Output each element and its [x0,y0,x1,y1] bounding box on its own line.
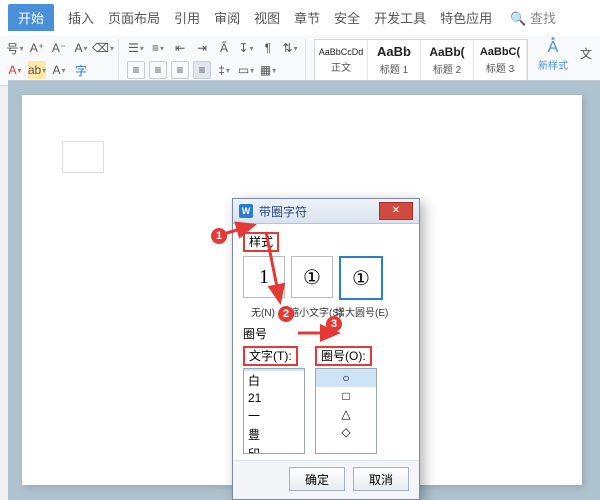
ribbon: 号 A⁺ A⁻ A ⌫ A ab A 字 ☰ ≡ ⇤ ⇥ A̋ ↧ ¶ ⇅ ≡ … [0,35,600,86]
shrink-font-icon[interactable]: A⁻ [50,39,68,57]
tab-chapter[interactable]: 章节 [294,8,320,27]
show-marks-icon[interactable]: ¶ [259,39,277,57]
tab-security[interactable]: 安全 [334,8,360,27]
textdir-icon[interactable]: ⇅ [281,39,299,57]
font-group: 号 A⁺ A⁻ A ⌫ A ab A 字 [6,39,119,79]
style-options: 1 ① ① [243,256,409,300]
bullets-icon[interactable]: ☰ [127,39,145,57]
caption-enlarge: 增大圆号(E) [335,304,375,319]
style-none[interactable]: 1 [243,256,285,298]
caption-none: 无(N) [243,304,283,319]
close-button[interactable]: ✕ [379,202,413,220]
align-center-icon[interactable]: ≡ [149,61,167,79]
tab-special[interactable]: 特色应用 [440,8,492,27]
tab-references[interactable]: 引用 [174,8,200,27]
indent-inc-icon[interactable]: ⇥ [193,39,211,57]
close-icon: ✕ [392,206,400,216]
tab-view[interactable]: 视图 [254,8,280,27]
highlight-icon[interactable]: ab [28,61,46,79]
tab-insert[interactable]: 插入 [68,8,94,27]
grow-font-icon[interactable]: A⁺ [28,39,46,57]
char-shade-icon[interactable]: A [50,61,68,79]
tab-dev[interactable]: 开发工具 [374,8,426,27]
change-case-icon[interactable]: A [72,39,90,57]
tab-home[interactable]: 开始 [8,4,54,31]
fontsize-dd[interactable]: 号 [6,39,24,57]
style-normal[interactable]: AaBbCcDd正文 [315,40,368,80]
line-spacing-icon[interactable]: ‡ [215,61,233,79]
app-logo-icon: W [239,204,253,218]
style-h3[interactable]: AaBbC(标题 3 [474,40,527,80]
font-color-icon[interactable]: A [6,61,24,79]
align-right-icon[interactable]: ≡ [171,61,189,79]
enclosed-char-icon[interactable]: 字 [72,61,90,79]
styles-gallery[interactable]: AaBbCcDd正文 AaBb标题 1 AaBb(标题 2 AaBbC(标题 3 [314,39,528,81]
numbering-icon[interactable]: ≡ [149,39,167,57]
dialog-titlebar[interactable]: W 带圈字符 ✕ [233,199,419,224]
enclosed-char-dialog: W 带圈字符 ✕ 样式 1 ① ① 无(N) 缩小文字(S) 增大圆号(E) 圈… [232,198,420,500]
ruby-icon[interactable]: A̋ [215,39,233,57]
badge-1: 1 [211,228,227,244]
style-shrink[interactable]: ① [291,256,333,298]
tab-layout[interactable]: 页面布局 [108,8,160,27]
style-enlarge[interactable]: ① [339,256,383,300]
ribbon-more[interactable]: 文 [578,39,594,68]
text-listbox[interactable]: 白 21 一 豊 印 [243,368,305,454]
indent-dec-icon[interactable]: ⇤ [171,39,189,57]
menu-bar: 开始 插入 页面布局 引用 审阅 视图 章节 安全 开发工具 特色应用 🔍 查找 [0,0,600,35]
ok-button[interactable]: 确定 [289,467,345,491]
placeholder-box [62,141,104,173]
shape-label: 圈号(O): [315,346,372,366]
sort-icon[interactable]: ↧ [237,39,255,57]
align-justify-icon[interactable]: ≡ [193,61,211,79]
caption-shrink: 缩小文字(S) [289,304,329,319]
paragraph-group: ☰ ≡ ⇤ ⇥ A̋ ↧ ¶ ⇅ ≡ ≡ ≡ ≡ ‡ ▭ ▦ [127,39,306,79]
badge-2: 2 [278,306,294,322]
shading-icon[interactable]: ▭ [237,61,255,79]
style-h1[interactable]: AaBb标题 1 [368,40,421,80]
dialog-title: 带圈字符 [259,203,379,220]
style-h2[interactable]: AaBb(标题 2 [421,40,474,80]
new-style-button[interactable]: A̽ 新样式 [536,39,570,72]
align-left-icon[interactable]: ≡ [127,61,145,79]
style-section-label: 样式 [243,232,279,252]
text-label: 文字(T): [243,346,298,366]
tab-review[interactable]: 审阅 [214,8,240,27]
shape-listbox[interactable]: ○ □ △ ◇ [315,368,377,454]
borders-icon[interactable]: ▦ [259,61,277,79]
search-label[interactable]: 🔍 查找 [510,8,556,27]
badge-3: 3 [326,316,342,332]
clear-format-icon[interactable]: ⌫ [94,39,112,57]
style-captions: 无(N) 缩小文字(S) 增大圆号(E) [243,304,409,319]
cancel-button[interactable]: 取消 [353,467,409,491]
